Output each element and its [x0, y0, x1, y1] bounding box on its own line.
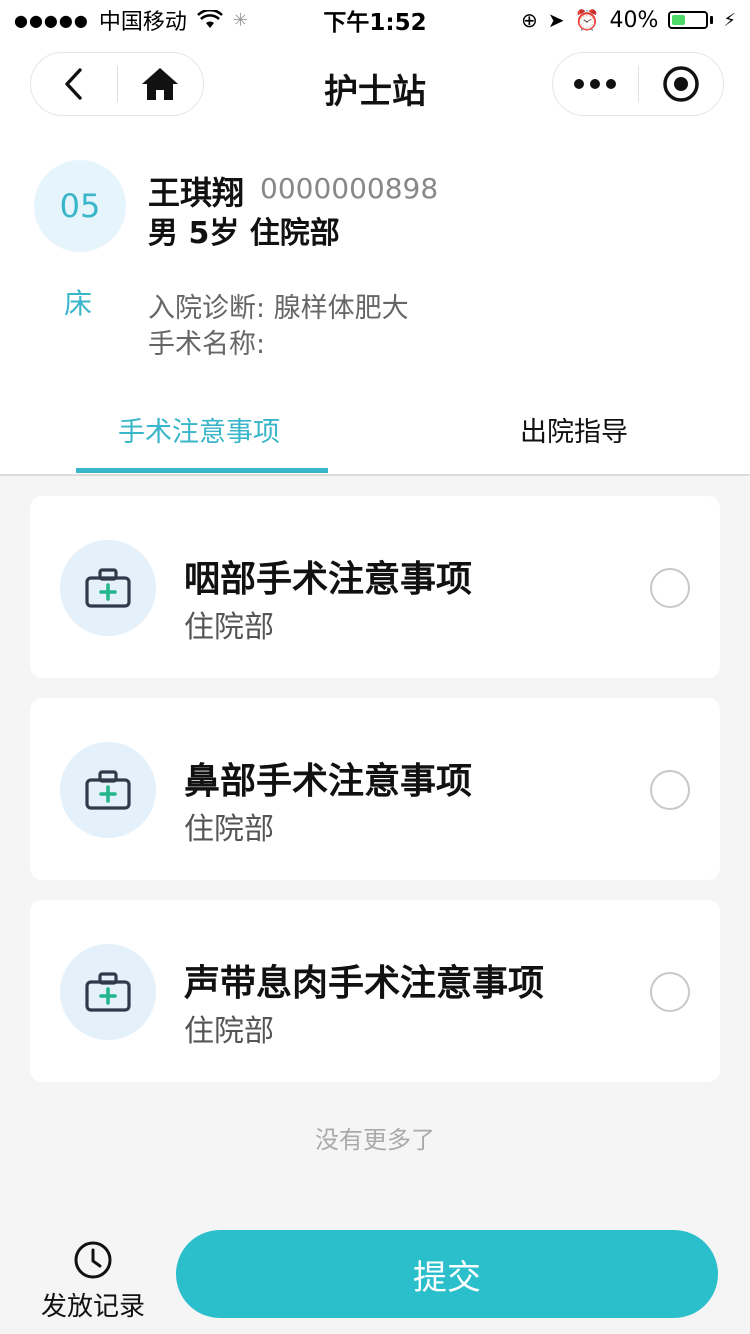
status-time: 下午1:52 [323, 10, 427, 36]
select-radio[interactable] [650, 972, 690, 1012]
item-title: 声带息肉手术注意事项 [184, 963, 545, 1004]
active-tab-indicator [76, 468, 328, 473]
more-button[interactable] [553, 53, 638, 115]
target-icon [663, 66, 699, 102]
select-radio[interactable] [650, 568, 690, 608]
records-button[interactable]: 发放记录 [38, 1240, 148, 1323]
nav-capsule-right [552, 52, 724, 116]
records-label: 发放记录 [40, 1292, 145, 1322]
patient-id: 0000000898 [260, 172, 439, 205]
medical-kit-icon [60, 540, 156, 636]
item-department: 住院部 [184, 610, 274, 645]
loading-spinner-icon: ✳ [232, 9, 248, 31]
status-bar: ●●●●● 中国移动 ✳ 下午1:52 ⊕ ➤ ⏰ 40% ⚡ [0, 0, 750, 40]
battery-fill [672, 15, 686, 25]
signal-dots-icon: ●●●●● [14, 10, 89, 30]
list-item[interactable]: 鼻部手术注意事项 住院部 [30, 698, 720, 880]
item-title: 咽部手术注意事项 [184, 559, 473, 600]
tab-bar: 手术注意事项 出院指导 [0, 382, 750, 476]
bed-number-badge: 05 [34, 160, 126, 252]
medical-kit-icon [60, 742, 156, 838]
tab-surgery-notes[interactable]: 手术注意事项 [118, 410, 280, 449]
nav-bar: 护士站 [0, 40, 750, 132]
bed-label: 床 [64, 287, 93, 320]
surgery-name: 手术名称: [148, 329, 266, 360]
item-department: 住院部 [184, 812, 274, 847]
patient-header: 05 床 王琪翔 0000000898 男 5岁 住院部 入院诊断: 腺样体肥大… [0, 132, 750, 382]
list-item[interactable]: 声带息肉手术注意事项 住院部 [30, 900, 720, 1082]
patient-info: 男 5岁 住院部 [148, 216, 340, 251]
item-title: 鼻部手术注意事项 [184, 761, 473, 802]
wifi-icon [196, 10, 223, 28]
tab-discharge-guidance[interactable]: 出院指导 [520, 410, 628, 449]
orientation-lock-icon: ⊕ [521, 8, 538, 32]
list-item[interactable]: 咽部手术注意事项 住院部 [30, 496, 720, 678]
battery-icon [668, 11, 714, 29]
carrier-label: 中国移动 [98, 10, 187, 35]
admission-diagnosis: 入院诊断: 腺样体肥大 [148, 293, 409, 324]
no-more-text: 没有更多了 [315, 1126, 435, 1154]
select-radio[interactable] [650, 770, 690, 810]
battery-percent: 40% [609, 7, 659, 33]
bottom-bar: 发放记录 提交 [0, 1212, 750, 1334]
item-department: 住院部 [184, 1014, 274, 1049]
more-icon [574, 79, 617, 89]
status-right: ⊕ ➤ ⏰ 40% ⚡ [521, 8, 736, 33]
location-arrow-icon: ➤ [547, 8, 565, 32]
alarm-icon: ⏰ [574, 8, 600, 32]
submit-button[interactable]: 提交 [176, 1230, 718, 1318]
status-left: ●●●●● 中国移动 ✳ [14, 4, 248, 36]
medical-kit-icon [60, 944, 156, 1040]
close-miniprogram-button[interactable] [639, 53, 724, 115]
page: ●●●●● 中国移动 ✳ 下午1:52 ⊕ ➤ ⏰ 40% ⚡ 护士站 05 床… [0, 0, 750, 1334]
charging-bolt-icon: ⚡ [723, 9, 736, 31]
clock-icon [74, 1241, 112, 1279]
